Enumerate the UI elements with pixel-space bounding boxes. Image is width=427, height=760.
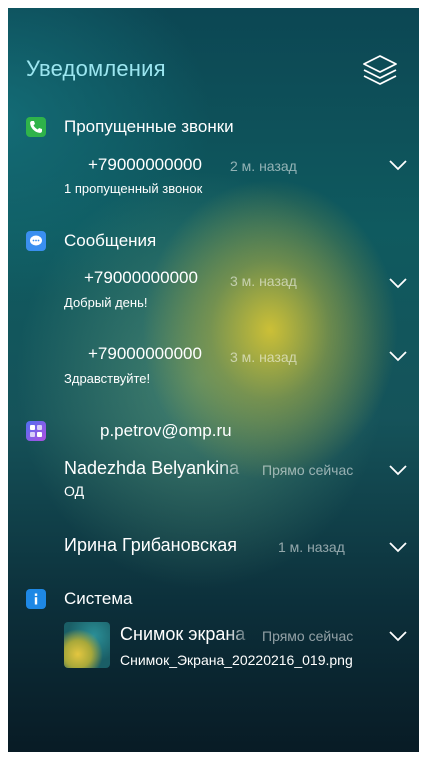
notification-title: +79000000000	[88, 155, 202, 174]
notification-time: Прямо сейчас	[262, 628, 354, 644]
notification-title: Nadezhda Belyankina	[64, 458, 240, 478]
notification-item[interactable]: Ирина Грибановская 1 м. назад	[0, 533, 427, 563]
notification-body: Добрый день!	[64, 295, 148, 310]
group-label: p.petrov@omp.ru	[100, 421, 232, 440]
chevron-down-icon[interactable]	[388, 630, 408, 642]
notification-title: +79000000000	[84, 268, 198, 287]
notification-item[interactable]: +79000000000 3 м. назад Здравствуйте!	[0, 341, 427, 391]
notification-time: Прямо сейчас	[262, 462, 354, 478]
notification-item[interactable]: +79000000000 2 м. назад 1 пропущенный зв…	[0, 150, 427, 200]
notification-title: Снимок экрана	[120, 624, 246, 644]
group-mail: p.petrov@omp.ru	[26, 419, 232, 443]
group-system: Система	[26, 587, 132, 611]
chevron-down-icon[interactable]	[388, 159, 408, 171]
notification-title: +79000000000	[88, 344, 202, 363]
notification-title: Ирина Грибановская	[64, 535, 238, 555]
notification-body: ОД	[64, 483, 85, 499]
screenshot-thumbnail	[64, 622, 110, 668]
screen-border-top	[0, 0, 427, 8]
notification-item[interactable]: +79000000000 3 м. назад Добрый день!	[0, 265, 427, 315]
notification-time: 2 м. назад	[230, 158, 297, 174]
group-label: Пропущенные звонки	[64, 117, 234, 136]
group-label: Сообщения	[64, 231, 157, 250]
chevron-down-icon[interactable]	[388, 541, 408, 553]
chevron-down-icon[interactable]	[388, 464, 408, 476]
notification-body: Здравствуйте!	[64, 371, 151, 386]
layers-button[interactable]	[360, 52, 400, 88]
mail-app-icon	[26, 421, 46, 441]
notification-time: 3 м. назад	[230, 349, 297, 365]
group-label: Система	[64, 589, 133, 608]
chevron-down-icon[interactable]	[388, 350, 408, 362]
info-icon	[26, 589, 46, 609]
group-missed-calls: Пропущенные звонки	[26, 115, 234, 139]
notification-panel: Уведомления Пропущенные звонки +79000000…	[0, 0, 427, 760]
notification-body: 1 пропущенный звонок	[64, 181, 203, 196]
page-title: Уведомления	[26, 56, 166, 81]
phone-icon	[26, 117, 46, 137]
message-icon	[26, 231, 46, 251]
notification-body: Снимок_Экрана_20220216_019.png	[120, 652, 353, 668]
group-messages: Сообщения	[26, 229, 156, 253]
notification-item[interactable]: Снимок экрана Прямо сейчас Снимок_Экрана…	[0, 620, 427, 672]
notification-time: 1 м. назад	[278, 539, 345, 555]
layers-icon	[363, 55, 397, 85]
screen-border-bottom	[0, 752, 427, 760]
chevron-down-icon[interactable]	[388, 277, 408, 289]
notification-time: 3 м. назад	[230, 273, 297, 289]
notification-item[interactable]: Nadezhda Belyankina Прямо сейчас ОД	[0, 456, 427, 506]
